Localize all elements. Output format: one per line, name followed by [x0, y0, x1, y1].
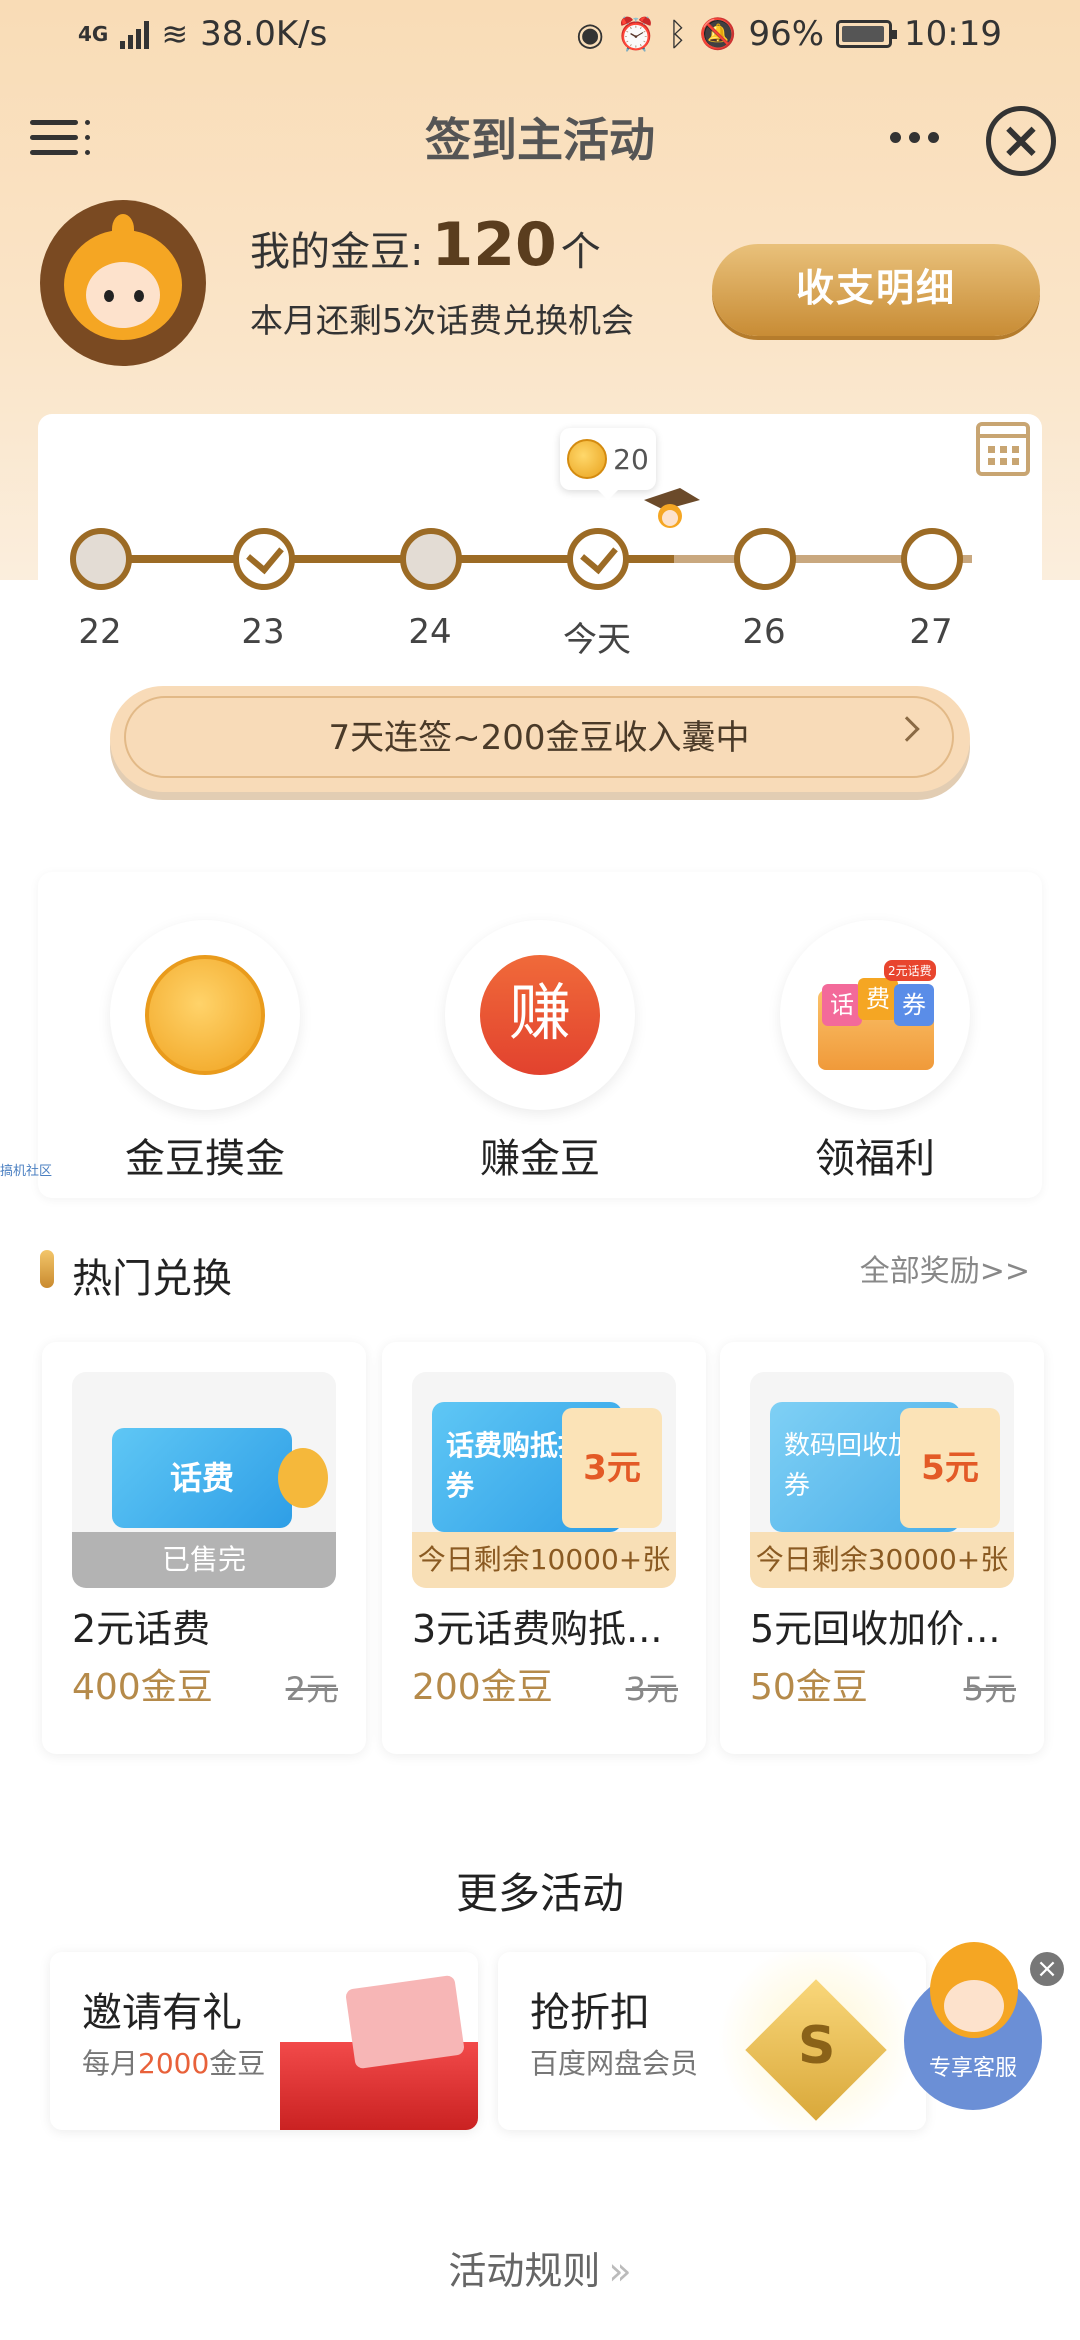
red-envelope-icon: [344, 1974, 466, 2070]
activity-discount[interactable]: S 抢折扣 百度网盘会员: [498, 1952, 926, 2130]
battery-percent: 96%: [748, 14, 825, 54]
day-circle-27: [901, 528, 963, 590]
streak-text[interactable]: 7天连签~200金豆收入囊中: [124, 696, 954, 778]
more-icon[interactable]: [890, 132, 939, 143]
day-label: 26: [742, 612, 786, 652]
product-name: 3元话费购抵...: [412, 1607, 663, 1651]
feature-label: 赚金豆: [480, 1136, 600, 1182]
ticket-char: 券: [894, 984, 934, 1026]
detail-button[interactable]: 收支明细: [712, 244, 1040, 336]
battery-icon: [836, 20, 898, 48]
day-circle-22: [70, 528, 132, 590]
mascot-icon: [644, 488, 700, 528]
section-title: 热门兑换: [72, 1256, 232, 1302]
day-label: 27: [909, 612, 953, 652]
feature-welfare[interactable]: 话 费 券 2元话费 领福利: [780, 920, 970, 1184]
day-circle-23: [233, 528, 295, 590]
reward-amount: 20: [613, 442, 649, 476]
activity-subtitle: 百度网盘会员: [530, 2047, 699, 2080]
feature-label: 领福利: [815, 1136, 935, 1182]
ticket-text: 话费: [112, 1428, 292, 1528]
coins-value: 120: [431, 210, 557, 280]
product-card[interactable]: 话费 已售完 2元话费 400金豆 2元: [42, 1342, 366, 1754]
coin-icon: [567, 439, 608, 479]
coin-icon: [145, 955, 265, 1075]
more-activities-title: 更多活动: [455, 1869, 624, 1918]
day-label: 24: [408, 612, 452, 652]
product-price: 400金豆: [72, 1667, 213, 1708]
network-type: 4G: [78, 22, 109, 46]
activity-title: 邀请有礼: [82, 1990, 242, 2036]
product-original-price: 5元: [963, 1670, 1016, 1708]
clock: 10:19: [904, 14, 1002, 54]
status-bar: 4G ≋ 38.0K/s ◉ ⏰ ᛒ 🔕 96% 10:19: [0, 0, 1080, 72]
rules-link[interactable]: 活动规则»: [0, 2240, 1080, 2295]
product-badge: 今日剩余10000+张: [412, 1532, 676, 1588]
coins-display: 我的金豆: 120 个: [250, 210, 601, 280]
rules-label: 活动规则: [448, 2249, 601, 2293]
alarm-icon: ⏰: [616, 15, 656, 53]
check-icon: [246, 535, 284, 575]
close-icon[interactable]: ×: [1030, 1952, 1064, 1986]
day-label: 今天: [563, 620, 631, 660]
day-label: 22: [78, 612, 122, 652]
ticket-tag: 2元话费: [884, 960, 936, 981]
signal-icon: [120, 19, 150, 49]
product-badge: 今日剩余30000+张: [750, 1532, 1014, 1588]
feature-label: 金豆摸金: [125, 1136, 285, 1182]
day-circle-24: [400, 528, 462, 590]
earn-icon: 赚: [480, 955, 600, 1075]
day-circle-today: [567, 528, 629, 590]
ticket-stub: 5元: [900, 1408, 1000, 1528]
double-chevron-icon: »: [608, 2249, 632, 2293]
product-image: 话费 已售完: [72, 1372, 336, 1588]
customer-service-button[interactable]: 专享客服: [904, 1942, 1042, 2110]
activity-invite[interactable]: 邀请有礼 每月2000金豆: [50, 1952, 478, 2130]
ticket-char: 话: [822, 984, 862, 1026]
calendar-icon[interactable]: [976, 422, 1030, 476]
product-price: 200金豆: [412, 1667, 553, 1708]
close-icon[interactable]: ×: [986, 106, 1056, 176]
wifi-icon: ≋: [161, 15, 189, 53]
activity-title: 抢折扣: [530, 1990, 650, 2036]
service-label: 专享客服: [928, 2056, 1017, 2081]
day-circle-26: [734, 528, 796, 590]
feature-gold-dig[interactable]: 金豆摸金: [110, 920, 300, 1184]
product-image: 数码回收加价券 5元 今日剩余30000+张: [750, 1372, 1014, 1588]
ticket-char: 费: [858, 978, 898, 1020]
product-card[interactable]: 数码回收加价券 5元 今日剩余30000+张 5元回收加价... 50金豆 5元: [720, 1342, 1044, 1754]
all-rewards-link[interactable]: 全部奖励>>: [860, 1246, 1030, 1290]
product-price: 50金豆: [750, 1667, 868, 1708]
bluetooth-icon: ᛒ: [667, 15, 688, 53]
check-icon: [580, 535, 618, 575]
ticket-stub: 3元: [562, 1408, 662, 1528]
product-original-price: 3元: [625, 1670, 678, 1708]
product-name: 2元话费: [72, 1607, 211, 1651]
avatar[interactable]: [40, 200, 206, 366]
product-original-price: 2元: [285, 1670, 338, 1708]
svip-letter: S: [798, 2016, 836, 2076]
remaining-text: 本月还剩5次话费兑换机会: [250, 301, 634, 340]
coin-icon: [278, 1448, 328, 1508]
network-speed: 38.0K/s: [200, 14, 328, 54]
eye-icon: ◉: [576, 15, 605, 53]
activity-subtitle: 每月2000金豆: [82, 2047, 266, 2080]
mute-icon: 🔕: [699, 16, 737, 52]
coins-label: 我的金豆:: [250, 229, 424, 275]
day-label: 23: [241, 612, 285, 652]
watermark: 搞机社区: [0, 1164, 53, 1179]
feature-earn-coins[interactable]: 赚 赚金豆: [445, 920, 635, 1184]
reward-bubble: 20: [560, 428, 656, 500]
product-badge: 已售完: [72, 1532, 336, 1588]
section-bar: [40, 1250, 54, 1288]
coins-unit: 个: [560, 229, 601, 275]
product-name: 5元回收加价...: [750, 1607, 1001, 1651]
product-card[interactable]: 话费购抵扣券 3元 今日剩余10000+张 3元话费购抵... 200金豆 3元: [382, 1342, 706, 1754]
product-image: 话费购抵扣券 3元 今日剩余10000+张: [412, 1372, 676, 1588]
